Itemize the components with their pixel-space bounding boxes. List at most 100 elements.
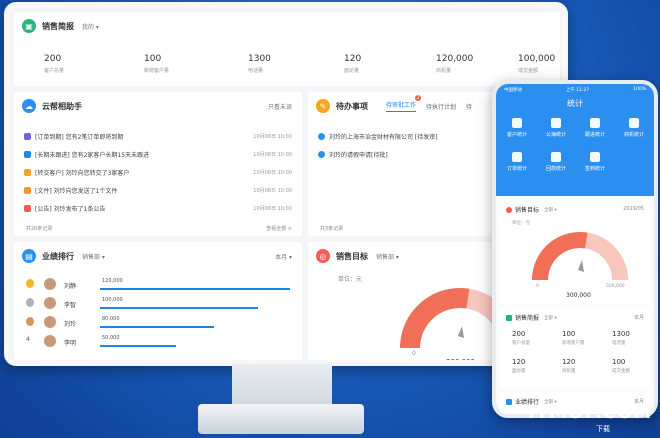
avatar	[44, 297, 56, 309]
phone-unit-label: 单位：元	[512, 221, 530, 226]
unit-label: 单位：元	[338, 276, 363, 283]
report-icon: ▣	[22, 19, 36, 33]
target-department-filter[interactable]: 销售部 ▾	[376, 252, 399, 261]
stat-icon	[551, 152, 561, 162]
todo-icon: ✎	[316, 99, 330, 113]
list-item[interactable]: [转交客户] 刘玲向您转交了3家客户 10月08日 10:00	[24, 166, 292, 178]
phone-brief-filter[interactable]: 全部 ▾	[544, 315, 557, 321]
phone-stat-value: 100	[562, 330, 576, 338]
todo-title: 待办事项	[336, 101, 368, 111]
phone-grid-item[interactable]: 回款统计	[538, 152, 574, 172]
item-date: 10月08日 10:00	[253, 133, 292, 140]
avatar	[44, 278, 56, 290]
phone-grid-item[interactable]: 商机统计	[616, 118, 652, 138]
phone-stat-value: 1300	[612, 330, 630, 338]
phone-header: 中国移动 上午 11:27 100% 统计 客户统计 公海统计 跟进统计 商机统计 订单…	[496, 84, 654, 196]
stat-icon	[551, 118, 561, 128]
gauge-progress	[400, 288, 470, 349]
phone-grid-item[interactable]: 签到统计	[577, 152, 613, 172]
period-filter[interactable]: 本月 ▾	[275, 252, 292, 261]
tab-pending-approval[interactable]: 待审批工作 2	[386, 95, 422, 112]
list-item[interactable]: [文件] 刘玲向您发送了1个文件 10月08日 10:00	[24, 184, 292, 196]
stat-new-customers: 100 新增客户量	[144, 54, 170, 74]
grid-item-label: 订单统计	[506, 166, 527, 172]
phone-stat-value: 100	[612, 358, 626, 366]
phone-brief-period[interactable]: 本月	[634, 314, 644, 321]
pending-badge: 2	[415, 95, 422, 101]
target-icon: ◎	[316, 249, 330, 263]
phone-stat: 100 成交金额	[612, 358, 630, 374]
phone-grid-item[interactable]: 公海统计	[538, 118, 574, 138]
gauge-progress	[532, 232, 588, 281]
transfer-icon	[24, 168, 31, 176]
phone-stat: 1300 电话量	[612, 330, 630, 346]
rank-name: 刘静	[64, 283, 77, 290]
phone-target-filter[interactable]: 全部 ▾	[544, 207, 557, 213]
unread-filter[interactable]: 只看未读	[268, 102, 292, 111]
follow-up-icon	[24, 150, 31, 158]
table-row[interactable]: 刘玲 80,000	[24, 314, 292, 332]
tab-more[interactable]: 待	[466, 102, 472, 111]
list-item[interactable]: [订单到期] 您有2笔订单即将到期 10月08日 10:00	[24, 130, 292, 142]
grid-item-label: 商机统计	[623, 132, 644, 138]
table-row[interactable]: 李智 100,000	[24, 295, 292, 313]
list-item[interactable]: [长期未跟进] 您有2家客户长期15天未跟进 10月08日 10:00	[24, 148, 292, 160]
grid-item-label: 客户统计	[506, 132, 527, 138]
file-icon	[24, 186, 31, 194]
battery-level: 100%	[633, 87, 646, 92]
rank-value: 50,000	[102, 335, 120, 341]
phone-target-card: 销售目标 全部 ▾ 2019/05 单位：元 0 500,000 300,000	[500, 200, 650, 304]
phone-brief-title: 销售简报	[515, 315, 540, 322]
phone-stat-value: 200	[512, 330, 526, 338]
table-row[interactable]: 刘静 120,000	[24, 276, 292, 294]
target-icon	[506, 206, 512, 213]
gauge-min: 0	[412, 350, 416, 357]
phone-stat-label: 电话量	[612, 341, 626, 346]
sales-brief-panel: ▣ 销售简报 我的 ▾ 200 客户总量 100 新增客户量 1300 电话量 120…	[14, 12, 560, 86]
item-text: [转交客户] 刘玲向您转交了3家客户	[35, 169, 130, 177]
phone-grid-item[interactable]: 订单统计	[499, 152, 535, 172]
phone-stat-label: 商机量	[562, 369, 576, 374]
target-title: 销售目标	[336, 251, 368, 261]
stat-icon	[629, 118, 639, 128]
item-text: [订单到期] 您有2笔订单即将到期	[35, 133, 124, 141]
item-text: [文件] 刘玲向您发送了1个文件	[35, 187, 118, 195]
view-all-link[interactable]: 查看全部 >	[266, 225, 292, 232]
rank-value: 80,000	[102, 316, 120, 322]
phone-title: 统计	[567, 99, 583, 108]
cloud-icon: ☁	[22, 99, 36, 113]
item-text: 刘玲的上海市治金财材有限公司 [待发审]	[329, 133, 438, 141]
phone-grid-item[interactable]: 客户统计	[499, 118, 535, 138]
phone-brief-card: 销售简报 全部 ▾ 本月 200 客户总量 100 新增客户量 1300 电话量 120 面访…	[500, 308, 650, 388]
phone-grid-item[interactable]: 跟进统计	[577, 118, 613, 138]
report-icon	[506, 314, 512, 321]
avatar-icon	[318, 132, 325, 140]
department-filter[interactable]: 销售部 ▾	[82, 252, 105, 261]
phone-stat: 120 商机量	[562, 358, 576, 374]
assistant-panel: ☁ 云帮相助手 只看未读 [订单到期] 您有2笔订单即将到期 10月08日 10…	[14, 92, 302, 236]
phone-target-date[interactable]: 2019/05	[623, 206, 644, 212]
stat-deal-amount: 100,000 成交金额	[518, 54, 556, 74]
rank-name: 李明	[64, 340, 77, 347]
stat-icon	[590, 118, 600, 128]
avatar	[44, 316, 56, 328]
phone-stat-label: 客户总量	[512, 341, 530, 346]
item-date: 10月08日 10:00	[253, 205, 292, 212]
medal-icon	[26, 317, 34, 326]
rank-bar	[100, 307, 258, 309]
tab-pending-plans[interactable]: 待执行计划	[426, 102, 456, 111]
list-item[interactable]: [公告] 刘玲发布了1条公告 10月08日 10:00	[24, 202, 292, 214]
table-row[interactable]: 4 李明 50,000	[24, 333, 292, 351]
stat-visits: 120 面访量	[344, 54, 362, 74]
grid-item-label: 公海统计	[545, 132, 566, 138]
watermark-sub: 下载	[596, 425, 610, 433]
sales-brief-filter[interactable]: 我的 ▾	[82, 22, 99, 31]
phone-stat-label: 新增客户量	[562, 341, 585, 346]
avatar-icon	[318, 150, 325, 158]
phone-stat-value: 120	[562, 358, 576, 366]
stat-calls: 1300 电话量	[248, 54, 271, 74]
gauge-needle-icon	[578, 260, 584, 272]
phone-stat-label: 成交金额	[612, 369, 630, 374]
monitor-stand	[232, 364, 332, 408]
monitor-base	[198, 404, 364, 434]
